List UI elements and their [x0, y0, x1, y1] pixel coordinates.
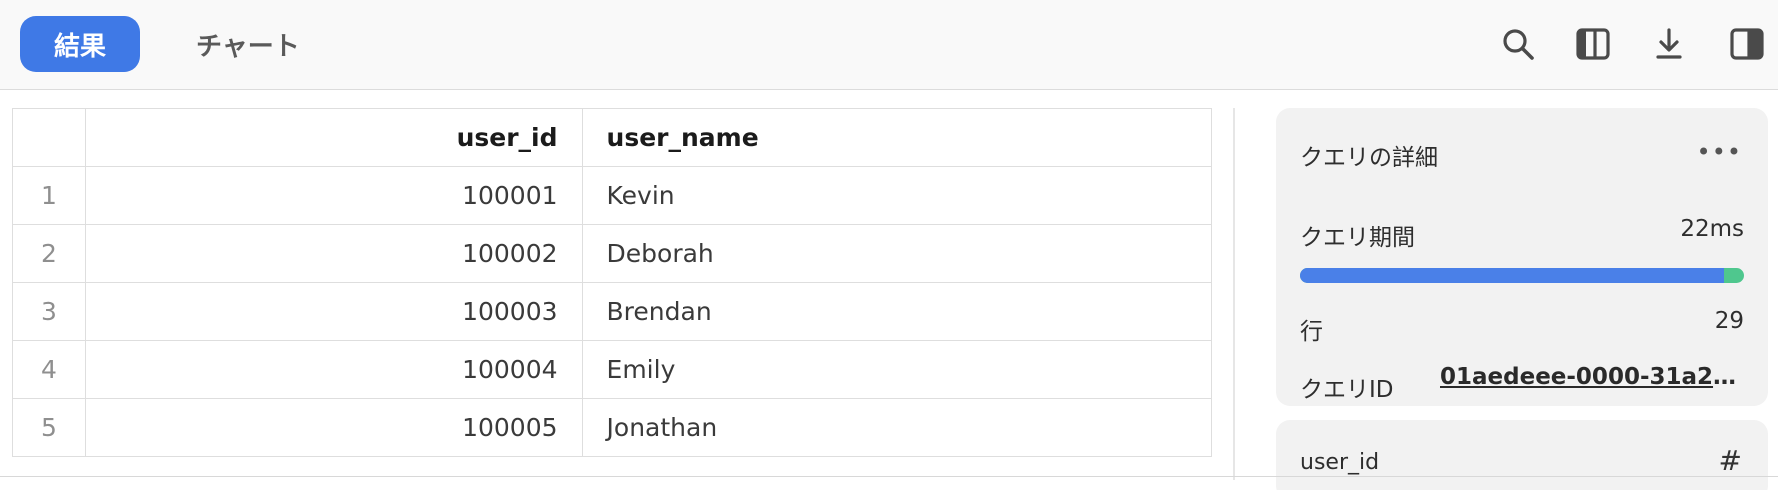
- table-row[interactable]: 5 100005 Jonathan: [12, 398, 1212, 457]
- cell-user-name[interactable]: Brendan: [581, 282, 1212, 341]
- row-index: 5: [12, 398, 86, 457]
- query-duration-value: 22ms: [1680, 216, 1744, 242]
- query-details-card: クエリの詳細 ••• クエリ期間 22ms 行 29 クエリID 01aedee…: [1276, 108, 1768, 406]
- more-options-icon[interactable]: •••: [1697, 138, 1742, 166]
- results-toolbar: 結果 チャート: [0, 0, 1778, 90]
- cell-user-name[interactable]: Emily: [581, 340, 1212, 399]
- cell-user-name[interactable]: Kevin: [581, 166, 1212, 225]
- query-duration-label: クエリ期間: [1300, 225, 1415, 251]
- column-name: user_id: [1300, 450, 1380, 475]
- search-icon[interactable]: [1498, 22, 1538, 66]
- row-index: 4: [12, 340, 86, 399]
- results-table: user_id user_name 1 100001 Kevin 2 10000…: [12, 108, 1212, 457]
- table-header-row: user_id user_name: [12, 108, 1212, 167]
- query-duration-bar-fill: [1300, 268, 1725, 283]
- results-grid: user_id user_name 1 100001 Kevin 2 10000…: [12, 108, 1212, 480]
- tab-results[interactable]: 結果: [20, 16, 140, 72]
- table-row[interactable]: 1 100001 Kevin: [12, 166, 1212, 225]
- panel-divider[interactable]: [1233, 108, 1235, 480]
- table-row[interactable]: 2 100002 Deborah: [12, 224, 1212, 283]
- cell-user-id[interactable]: 100003: [84, 282, 583, 341]
- row-index: 3: [12, 282, 86, 341]
- rows-label: 行: [1300, 319, 1323, 345]
- cell-user-id[interactable]: 100001: [84, 166, 583, 225]
- query-id-label: クエリID: [1300, 377, 1394, 403]
- cell-user-id[interactable]: 100005: [84, 398, 583, 457]
- column-info-card[interactable]: user_id #: [1276, 420, 1768, 490]
- cell-user-name[interactable]: Jonathan: [581, 398, 1212, 457]
- column-header-user-name[interactable]: user_name: [581, 108, 1212, 167]
- row-index: 1: [12, 166, 86, 225]
- query-details-title: クエリの詳細: [1300, 145, 1438, 171]
- columns-icon[interactable]: [1573, 22, 1613, 66]
- rows-value: 29: [1714, 308, 1744, 334]
- bottom-border: [0, 476, 1778, 477]
- number-type-icon: #: [1718, 444, 1742, 477]
- query-id-link[interactable]: 01aedeee-0000-31a2-0...: [1440, 364, 1744, 390]
- download-icon[interactable]: [1649, 22, 1689, 66]
- cell-user-name[interactable]: Deborah: [581, 224, 1212, 283]
- table-row[interactable]: 3 100003 Brendan: [12, 282, 1212, 341]
- cell-user-id[interactable]: 100004: [84, 340, 583, 399]
- row-index-header: [12, 108, 86, 167]
- panel-toggle-icon[interactable]: [1727, 22, 1767, 66]
- tab-chart[interactable]: チャート: [196, 16, 300, 72]
- column-header-user-id[interactable]: user_id: [84, 108, 583, 167]
- query-duration-bar: [1300, 268, 1744, 283]
- table-row[interactable]: 4 100004 Emily: [12, 340, 1212, 399]
- row-index: 2: [12, 224, 86, 283]
- cell-user-id[interactable]: 100002: [84, 224, 583, 283]
